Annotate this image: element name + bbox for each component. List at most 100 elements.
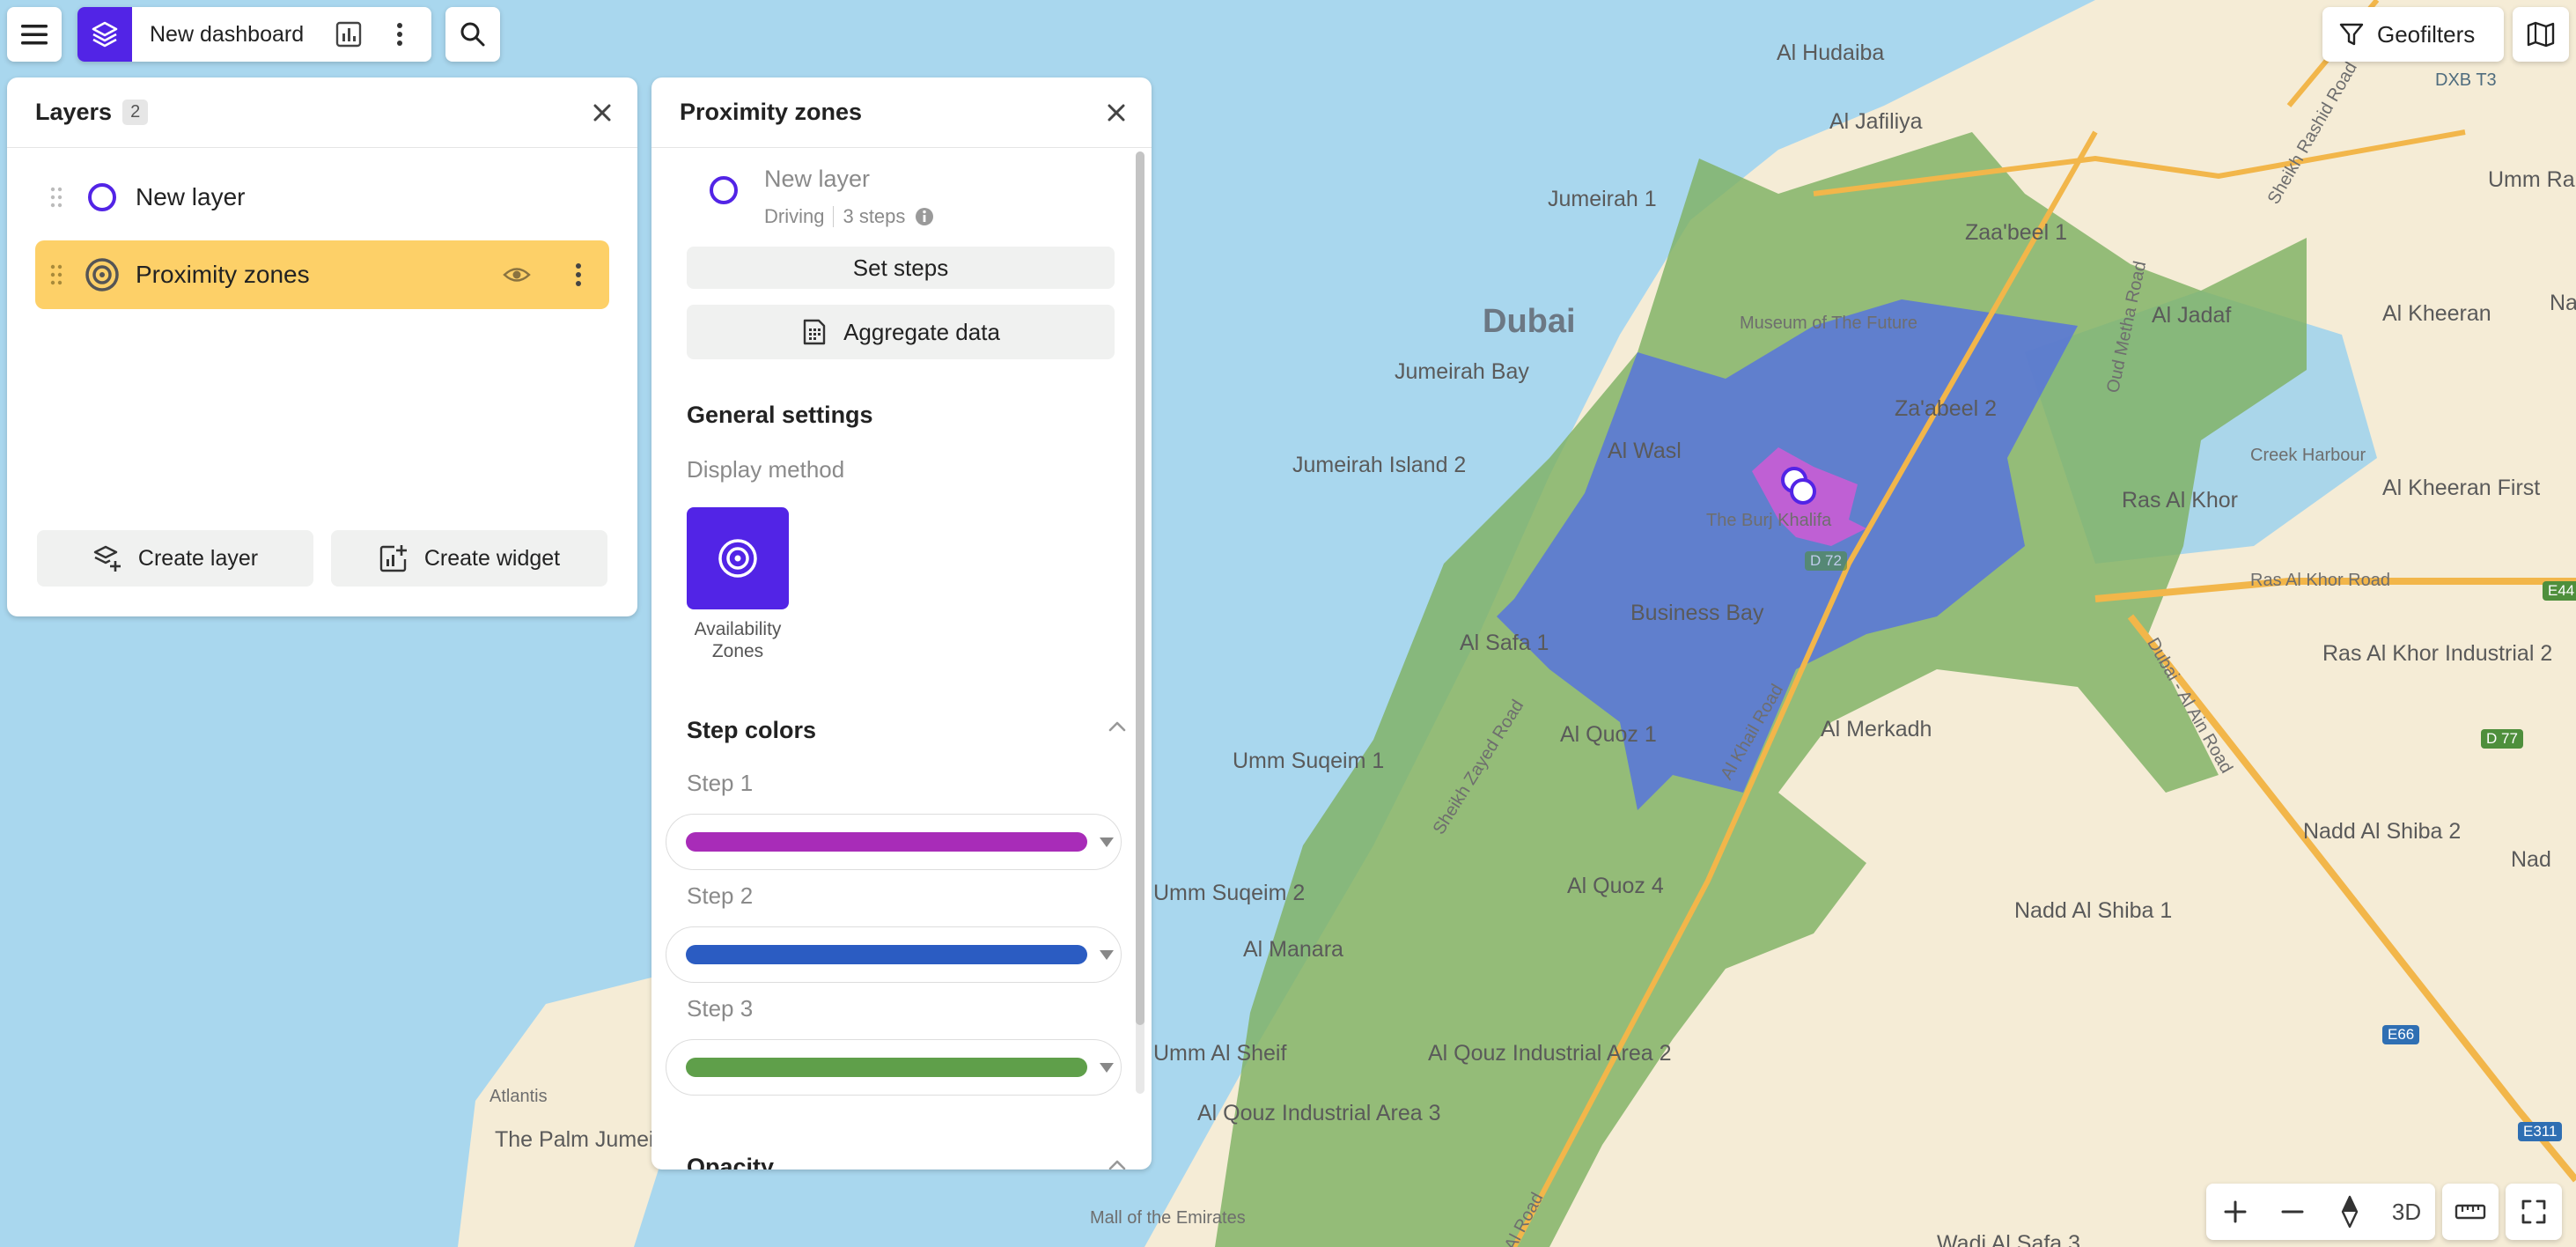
map-label: Na [2550,291,2576,315]
search-button[interactable] [445,7,500,62]
set-steps-button[interactable]: Set steps [687,247,1115,289]
road-shield: D 72 [1805,551,1847,571]
plus-icon [2224,1200,2246,1223]
map-label: Al Kheeran [2382,301,2491,326]
search-icon [460,22,485,47]
divider [833,206,835,227]
map-label: Creek Harbour [2250,446,2366,465]
close-layers-button[interactable] [585,95,620,130]
map-label: Umm Ramo [2488,167,2576,192]
chart-icon [335,21,362,48]
step-3-color-swatch [686,1058,1087,1077]
map-label: Al Wasl [1608,439,1682,463]
more-vertical-icon [397,23,402,46]
create-widget-button[interactable]: Create widget [331,530,607,587]
step-2-color-select[interactable] [666,926,1122,983]
map-label: Jumeirah 1 [1548,187,1657,211]
chevron-up-icon[interactable] [1108,720,1127,733]
eye-icon[interactable] [486,265,548,284]
proximity-panel-title: Proximity zones [680,99,863,125]
map-label: Dubai [1483,303,1576,340]
opacity-title: Opacity [687,1154,775,1170]
ruler-icon [2455,1204,2486,1220]
map-navigation-controls: 3D [2206,1184,2435,1240]
step-label: Step 3 [687,995,754,1022]
dashboard-title[interactable]: New dashboard [150,22,322,48]
layers-count-badge: 2 [122,100,149,125]
step-3-color-select[interactable] [666,1039,1122,1096]
layers-panel-header: Layers 2 [7,77,637,148]
map-label: Ras Al Khor [2122,488,2239,513]
map-label: Zaa'beel 1 [1965,220,2067,245]
geofilters-label: Geofilters [2377,20,2476,48]
chevron-up-icon[interactable] [1108,1159,1127,1170]
layer-item-label: New layer [136,183,246,210]
filter-icon [2339,23,2364,46]
map-label: Za'abeel 2 [1895,396,1997,421]
ruler-button[interactable] [2442,1184,2499,1240]
aggregate-data-button[interactable]: Aggregate data [687,305,1115,359]
step-colors-title: Step colors [687,717,817,743]
toggle-3d-button[interactable]: 3D [2378,1184,2435,1240]
map-label: Mall of the Emirates [1090,1208,1246,1228]
map-label: Al Manara [1243,937,1343,962]
map-label: Al Jafiliya [1829,109,1923,134]
map-label: Jumeirah Island 2 [1292,453,1467,477]
map-label: Al Merkadh [1821,717,1932,742]
layer-more-icon[interactable] [548,262,609,287]
map-label: Al Quoz 4 [1567,874,1664,898]
dashboard-bar: New dashboard [77,7,431,62]
travel-mode: Driving [764,205,825,227]
layer-item-label: Proximity zones [136,261,310,288]
layers-toggle-button[interactable] [77,7,132,62]
point-layer-icon [77,181,127,213]
step-2-color-swatch [686,945,1087,964]
location-marker[interactable] [1790,478,1816,505]
map-style-button[interactable] [2513,7,2569,62]
general-settings-title: General settings [687,402,873,428]
drag-handle-icon[interactable] [35,186,77,209]
map-label: Wadi Al Safa 3 [1937,1231,2081,1247]
compass-button[interactable] [2321,1184,2378,1240]
layers-icon [92,21,118,48]
point-layer-icon [710,176,738,204]
add-widget-icon [379,545,407,572]
drag-handle-icon[interactable] [35,263,77,286]
availability-zones-tile[interactable] [687,507,789,609]
menu-button[interactable] [7,7,62,62]
map-label: Jumeirah Bay [1395,359,1529,384]
minus-icon [2281,1210,2303,1214]
create-layer-button[interactable]: Create layer [37,530,313,587]
map-label: Al Safa 1 [1460,631,1549,655]
layer-item-proximity-zones[interactable]: Proximity zones [35,240,609,309]
proximity-layer-icon [77,257,127,292]
map-label: Ras Al Khor Road [2250,571,2390,590]
close-icon [1108,104,1125,122]
scrollbar-thumb[interactable] [1136,151,1144,1025]
info-icon[interactable] [914,206,935,227]
availability-zones-icon [718,539,757,578]
source-layer-name: New layer [764,166,871,192]
zoom-in-button[interactable] [2206,1184,2263,1240]
layers-panel: Layers 2 New layer Proximity zones Creat… [7,77,637,616]
aggregate-data-label: Aggregate data [843,318,1000,345]
zoom-out-button[interactable] [2263,1184,2321,1240]
layers-panel-title: Layers [35,99,113,125]
map-label: Ras Al Khor Industrial 2 [2322,641,2553,666]
display-method-label: Display method [687,456,845,483]
map-label: Al Kheeran First [2382,476,2541,500]
set-steps-label: Set steps [852,254,949,281]
caret-down-icon [1100,837,1114,847]
fullscreen-icon [2521,1199,2546,1224]
close-proximity-button[interactable] [1099,95,1134,130]
widgets-button[interactable] [322,7,375,62]
fullscreen-button[interactable] [2506,1184,2562,1240]
dashboard-more-button[interactable] [375,7,424,62]
map-label: Al Jadaf [2152,303,2232,328]
geofilters-button[interactable]: Geofilters [2322,7,2504,62]
step-label: Step 1 [687,770,754,796]
map-label: Umm Suqeim 1 [1233,749,1385,773]
step-1-color-select[interactable] [666,814,1122,870]
steps-count: 3 steps [843,205,906,227]
layer-item-new-layer[interactable]: New layer [35,163,609,232]
